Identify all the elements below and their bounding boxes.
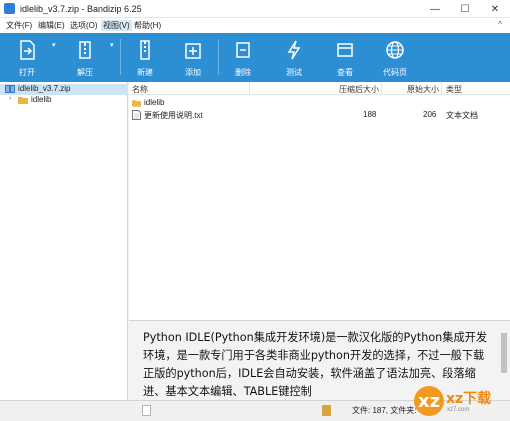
delete-icon: [232, 39, 254, 61]
collapse-ribbon-caret[interactable]: ^: [498, 20, 502, 29]
open-button[interactable]: 打开: [8, 33, 46, 82]
new-archive-button[interactable]: 新建: [126, 33, 164, 82]
open-dropdown-arrow[interactable]: ▾: [52, 41, 56, 49]
extract-label: 解压: [77, 68, 93, 77]
tree-item-idlelib[interactable]: › idlelib: [0, 95, 128, 106]
column-header-type[interactable]: 类型: [446, 84, 462, 95]
extract-icon: [74, 39, 96, 61]
toolbar-separator: [120, 39, 121, 75]
tree-item-idlelib-label: idlelib: [31, 95, 52, 104]
close-button[interactable]: ✕: [480, 0, 510, 18]
row-type: 文本文档: [446, 111, 478, 120]
column-header-original-size[interactable]: 原始大小: [407, 84, 439, 95]
menu-bar: 文件(F) 编辑(E) 选项(O) 视图(V) 帮助(H) ^: [0, 18, 510, 33]
logo-mark: xz: [414, 386, 444, 416]
test-button[interactable]: 测试: [275, 33, 313, 82]
menu-view[interactable]: 视图(V): [101, 20, 132, 31]
site-logo: xz xz下载 xz7.com: [414, 384, 508, 418]
extract-button[interactable]: 解压: [66, 33, 104, 82]
archive-status-icon: [322, 405, 331, 416]
folder-icon: [132, 100, 141, 107]
open-icon: [16, 39, 38, 61]
column-divider[interactable]: [249, 82, 250, 95]
folder-tree: idlelib_v3.7.zip › idlelib: [0, 82, 128, 400]
lightning-icon: [283, 39, 305, 61]
scrollbar-thumb[interactable]: [501, 333, 507, 373]
new-archive-icon: [134, 39, 156, 61]
tree-item-archive-label: idlelib_v3.7.zip: [18, 84, 71, 93]
list-row[interactable]: 更新使用说明.txt 188 206 文本文档: [129, 109, 510, 121]
logo-subtitle: xz7.com: [447, 407, 470, 413]
column-header-packed-size[interactable]: 压缩后大小: [339, 84, 379, 95]
menu-edit[interactable]: 编辑(E): [38, 20, 65, 31]
list-row[interactable]: idlelib: [129, 97, 510, 109]
app-icon: [4, 3, 15, 14]
add-file-icon: [182, 39, 204, 61]
codepage-label: 代码页: [383, 68, 407, 77]
globe-icon: [384, 39, 406, 61]
row-packed-size: 188: [363, 110, 377, 119]
text-file-icon: [132, 110, 141, 120]
status-view-toggle[interactable]: [142, 405, 151, 416]
column-divider[interactable]: [381, 82, 382, 95]
folder-icon: [18, 97, 28, 104]
view-icon: [334, 39, 356, 61]
list-header: 名称 压缩后大小 原始大小 类型: [129, 82, 510, 95]
extract-dropdown-arrow[interactable]: ▾: [110, 41, 114, 49]
column-divider[interactable]: [441, 82, 442, 95]
row-name: 更新使用说明.txt: [144, 111, 203, 120]
delete-button[interactable]: 删除: [224, 33, 262, 82]
open-label: 打开: [19, 68, 35, 77]
new-archive-label: 新建: [137, 68, 153, 77]
menu-options[interactable]: 选项(O): [70, 20, 98, 31]
codepage-button[interactable]: 代码页: [376, 33, 414, 82]
view-button[interactable]: 查看: [326, 33, 364, 82]
chevron-right-icon[interactable]: ›: [9, 95, 11, 102]
toolbar: 打开 ▾ 解压 ▾ 新建 添加 删除 测试 查看 代码页: [0, 33, 510, 82]
status-text: 文件: 187, 文件夹: 6: [352, 406, 424, 415]
column-header-name[interactable]: 名称: [132, 84, 148, 95]
file-list: 名称 压缩后大小 原始大小 类型 idlelib 更新使用说明.txt 188 …: [129, 82, 510, 320]
logo-name: xz下载: [446, 391, 492, 407]
test-label: 测试: [286, 68, 302, 77]
view-label: 查看: [337, 68, 353, 77]
archive-icon: [5, 85, 15, 93]
maximize-button[interactable]: ☐: [450, 0, 480, 18]
minimize-button[interactable]: —: [420, 0, 450, 18]
add-button[interactable]: 添加: [174, 33, 212, 82]
row-original-size: 206: [423, 110, 437, 119]
row-name: idlelib: [144, 98, 165, 107]
title-bar: idlelib_v3.7.zip - Bandizip 6.25 — ☐ ✕: [0, 0, 510, 18]
tree-item-archive[interactable]: idlelib_v3.7.zip: [0, 84, 128, 95]
add-label: 添加: [185, 68, 201, 77]
delete-label: 删除: [235, 68, 251, 77]
menu-help[interactable]: 帮助(H): [134, 20, 161, 31]
toolbar-separator: [218, 39, 219, 75]
window-title: idlelib_v3.7.zip - Bandizip 6.25: [20, 4, 142, 14]
menu-file[interactable]: 文件(F): [6, 20, 32, 31]
